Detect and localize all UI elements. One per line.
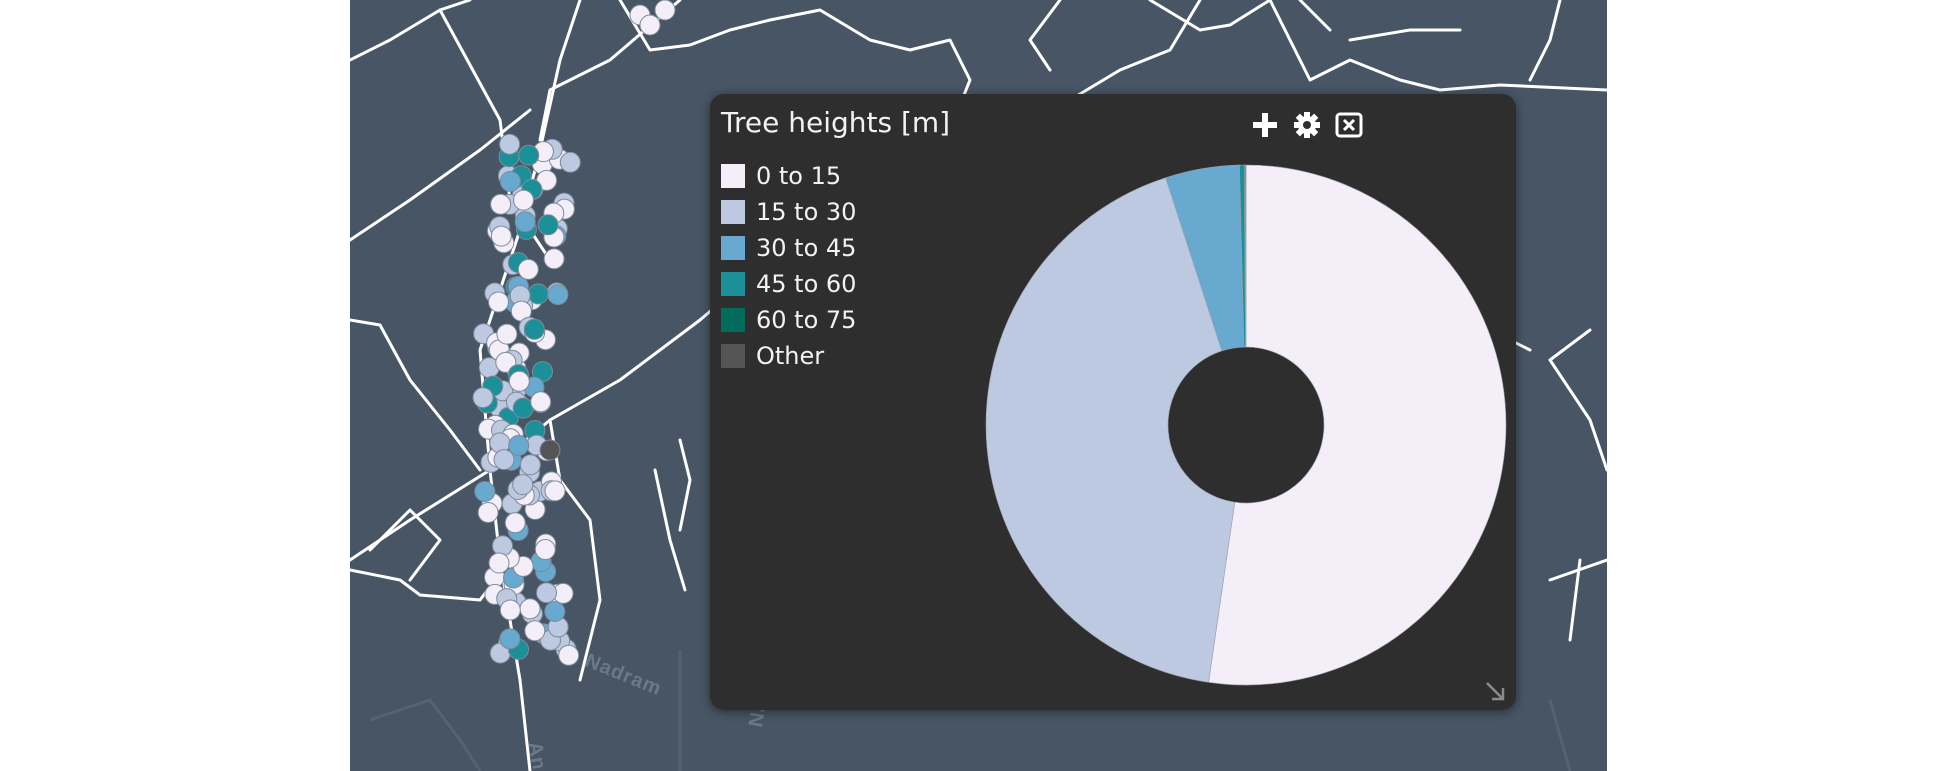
tree-point[interactable]: [534, 539, 556, 560]
legend-item[interactable]: 15 to 30: [721, 194, 856, 230]
tree-point[interactable]: [544, 480, 566, 502]
tree-point[interactable]: [492, 535, 513, 557]
plus-icon: [1253, 113, 1277, 137]
tree-point[interactable]: [530, 391, 552, 413]
close-box-icon: [1335, 112, 1363, 138]
legend-item[interactable]: 60 to 75: [721, 302, 856, 338]
legend-swatch: [721, 272, 745, 296]
tree-point[interactable]: [493, 449, 515, 471]
tree-point[interactable]: [523, 318, 545, 340]
tree-point[interactable]: [504, 512, 526, 534]
tree-point[interactable]: [499, 628, 521, 650]
add-button[interactable]: [1250, 110, 1280, 140]
tree-point[interactable]: [512, 474, 534, 496]
tree-point[interactable]: [496, 323, 518, 345]
tree-point[interactable]: [488, 291, 509, 313]
legend-label: 15 to 30: [756, 198, 857, 226]
close-button[interactable]: [1334, 110, 1364, 140]
legend-label: 45 to 60: [756, 270, 857, 298]
tree-point[interactable]: [472, 387, 494, 409]
tree-point[interactable]: [547, 284, 569, 306]
settings-button[interactable]: [1292, 110, 1322, 140]
tree-point[interactable]: [544, 601, 566, 622]
tree-point[interactable]: [517, 258, 539, 280]
tree-point[interactable]: [527, 283, 549, 305]
pie-slice[interactable]: [1208, 164, 1507, 686]
resize-handle[interactable]: [1484, 680, 1506, 702]
tree-point[interactable]: [499, 599, 521, 621]
tree-point[interactable]: [490, 225, 512, 247]
tree-point[interactable]: [513, 189, 534, 211]
legend-swatch: [721, 200, 745, 224]
tree-point[interactable]: [499, 133, 521, 155]
tree-point[interactable]: [512, 397, 534, 419]
legend-swatch: [721, 164, 745, 188]
tree-point[interactable]: [508, 370, 530, 392]
tree-point[interactable]: [654, 0, 676, 21]
legend-swatch: [721, 236, 745, 260]
tree-point[interactable]: [477, 502, 499, 523]
legend-label: 0 to 15: [756, 162, 842, 190]
tree-point[interactable]: [537, 214, 559, 236]
legend-item[interactable]: Other: [721, 338, 856, 374]
tree-point[interactable]: [519, 454, 541, 476]
chart-panel[interactable]: Tree heights [m] 0 to 15 15 to 30 30 to …: [710, 94, 1516, 710]
tree-point[interactable]: [508, 434, 530, 456]
legend-label: Other: [756, 342, 825, 370]
tree-point[interactable]: [639, 14, 661, 36]
tree-point[interactable]: [514, 211, 536, 233]
legend-item[interactable]: 0 to 15: [721, 158, 856, 194]
tree-point[interactable]: [539, 439, 561, 461]
tree-point[interactable]: [518, 144, 540, 166]
tree-point[interactable]: [524, 620, 546, 642]
legend-item[interactable]: 45 to 60: [721, 266, 856, 302]
legend-label: 60 to 75: [756, 306, 857, 334]
tree-point[interactable]: [490, 193, 512, 215]
chart-legend: 0 to 15 15 to 30 30 to 45 45 to 60 60 to…: [721, 158, 856, 374]
tree-point[interactable]: [558, 644, 580, 666]
legend-swatch: [721, 308, 745, 332]
tree-point[interactable]: [499, 170, 521, 192]
legend-swatch: [721, 344, 745, 368]
legend-item[interactable]: 30 to 45: [721, 230, 856, 266]
tree-point[interactable]: [519, 598, 541, 620]
panel-title: Tree heights [m]: [721, 106, 951, 139]
tree-point[interactable]: [536, 582, 557, 604]
gear-icon: [1294, 112, 1320, 138]
tree-point[interactable]: [559, 151, 581, 173]
tree-point[interactable]: [488, 552, 510, 574]
resize-corner-icon: [1486, 682, 1505, 701]
legend-label: 30 to 45: [756, 234, 857, 262]
tree-point[interactable]: [543, 248, 565, 270]
tree-point[interactable]: [474, 481, 496, 502]
